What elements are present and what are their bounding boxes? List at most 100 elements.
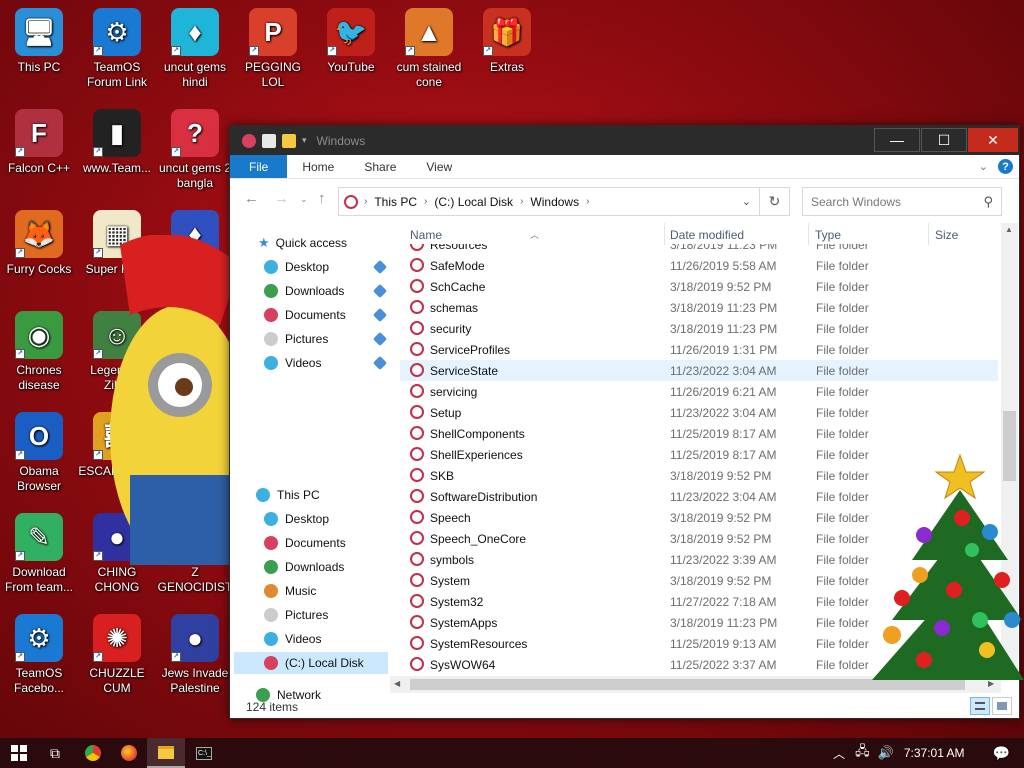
location-icon [344,194,358,209]
network-tray-icon[interactable]: 🖧 [855,742,870,764]
desktop-icon[interactable]: P ↗ PEGGING LOL [234,8,312,90]
pin-icon[interactable] [372,307,388,323]
clock[interactable]: 7:37:01 AM [904,746,965,760]
expand-ribbon-chevron-icon[interactable]: ⌄ [979,160,988,173]
table-row[interactable]: SchCache 3/18/2019 9:52 PM File folder [400,276,998,297]
forward-arrow-icon[interactable]: → [274,190,289,207]
minimize-button[interactable]: — [874,128,920,152]
search-input[interactable]: Search Windows ⚲ [802,187,1002,216]
column-date-modified[interactable]: Date modified [670,228,744,242]
properties-icon[interactable] [262,133,276,148]
desktop-icon[interactable]: ♦ ↗ uncut gems hindi [156,8,234,90]
table-row[interactable]: ServiceProfiles 11/26/2019 1:31 PM File fo… [400,339,998,360]
start-button[interactable] [0,738,38,768]
scroll-left-icon[interactable]: ◀ [394,679,400,688]
table-row[interactable]: schemas 3/18/2019 11:23 PM File folder [400,297,998,318]
nav-pc-item[interactable]: (C:) Local Disk [234,652,388,674]
close-button[interactable]: ✕ [968,128,1018,152]
table-row[interactable]: ShellComponents 11/25/2019 8:17 AM File fo… [400,423,998,444]
taskbar-file-explorer-button[interactable] [147,738,185,768]
breadcrumb-this-pc[interactable]: This PC [374,195,417,209]
breadcrumb-local-disk[interactable]: (C:) Local Disk [434,195,513,209]
desktop-icon[interactable]: ▮ ↗ www.Team... [78,109,156,176]
desktop-icon[interactable]: ▲ ↗ cum stained cone [390,8,468,90]
nav-quick-item[interactable]: Videos [264,352,321,374]
recent-locations-chevron-icon[interactable]: ⌄ [300,194,308,205]
scroll-up-icon[interactable]: ▲ [1005,225,1013,234]
refresh-icon[interactable]: ↻ [759,188,789,215]
desktop-icon[interactable]: ◉ ↗ Chrones disease [0,311,78,393]
taskbar-firefox-button[interactable] [110,738,148,768]
file-type: File folder [816,259,869,273]
address-history-dropdown-icon[interactable]: ⌄ [742,195,751,208]
pin-icon[interactable] [372,259,388,275]
desktop-icon[interactable]: 🎁 ↗ Extras [468,8,546,75]
nav-pc-item[interactable]: Music [264,580,316,602]
explorer-app-icon[interactable] [242,133,256,148]
pin-icon[interactable] [372,355,388,371]
task-view-button[interactable]: ⧉ [36,738,74,768]
nav-pc-item[interactable]: Documents [264,532,346,554]
column-type[interactable]: Type [815,228,841,242]
nav-pc-item[interactable]: Downloads [264,556,344,578]
up-arrow-icon[interactable]: ↑ [318,190,326,207]
table-row[interactable]: SafeMode 11/26/2019 5:58 AM File folder [400,255,998,276]
nav-pc-item[interactable]: Videos [264,628,321,650]
new-folder-icon[interactable] [282,133,296,148]
pin-icon[interactable] [372,331,388,347]
pin-icon[interactable] [372,283,388,299]
large-icons-view-button[interactable] [992,697,1012,715]
nav-pc-item[interactable]: Pictures [264,604,328,626]
desktop-icon[interactable]: ✎ ↗ Download From team... [0,513,78,595]
nav-pc-item-label: (C:) Local Disk [285,656,364,670]
table-row[interactable]: servicing 11/26/2019 6:21 AM File folder [400,381,998,402]
desktop-icon[interactable]: 🐦 ↗ YouTube [312,8,390,75]
address-bar[interactable]: › This PC › (C:) Local Disk › Windows › … [338,187,790,216]
quick-access-toolbar-dropdown-icon[interactable]: ▾ [302,135,307,146]
breadcrumb-windows[interactable]: Windows [530,195,579,209]
breadcrumb-separator-icon[interactable]: › [586,196,589,207]
desktop-icon[interactable]: 🦊 ↗ Furry Cocks [0,210,78,277]
nav-quick-item[interactable]: Documents [264,304,346,326]
column-name[interactable]: Name [410,228,442,242]
taskbar-chrome-button[interactable] [74,738,112,768]
tab-view[interactable]: View [411,155,467,178]
nav-quick-item[interactable]: Desktop [264,256,329,278]
breadcrumb-separator-icon[interactable]: › [520,196,523,207]
tab-share[interactable]: Share [349,155,411,178]
nav-quick-access[interactable]: ★ Quick access [258,232,347,254]
desktop-icon[interactable]: ⚙ ↗ TeamOS Forum Link [78,8,156,90]
volume-icon[interactable]: 🔊 [878,745,894,761]
table-row[interactable]: ServiceState 11/23/2022 3:04 AM File folde… [400,360,998,381]
taskbar-command-prompt-button[interactable]: C:\_ [185,738,223,768]
desktop-icon[interactable]: ● ↗ Jews Invade Palestine [156,614,234,696]
nav-pc-item[interactable]: Desktop [264,508,329,530]
tab-file[interactable]: File [230,155,288,178]
desktop-icon[interactable]: O ↗ Obama Browser [0,412,78,494]
column-divider[interactable] [808,223,809,245]
column-size[interactable]: Size [935,228,958,242]
back-arrow-icon[interactable]: ← [244,190,259,207]
desktop-icon[interactable]: ? ↗ uncut gems 2 bangla [156,109,234,191]
desktop-icon[interactable]: F ↗ Falcon C++ [0,109,78,176]
table-row[interactable]: security 3/18/2019 11:23 PM File folder [400,318,998,339]
breadcrumb-separator-icon[interactable]: › [424,196,427,207]
desktop-icon[interactable]: 🖥 This PC [0,8,78,75]
tab-home[interactable]: Home [287,155,349,178]
nav-this-pc[interactable]: This PC [256,484,320,506]
nav-quick-item[interactable]: Downloads [264,280,344,302]
title-bar[interactable]: ▾ Windows — ☐ ✕ [230,126,1019,155]
nav-quick-item[interactable]: Pictures [264,328,328,350]
desktop-icon[interactable]: ⚙ ↗ TeamOS Facebo... [0,614,78,696]
details-view-button[interactable] [970,697,990,715]
column-divider[interactable] [928,223,929,245]
action-center-icon[interactable]: 💬 [993,745,1010,762]
breadcrumb-separator-icon[interactable]: › [364,196,367,207]
table-row[interactable]: Resources 3/18/2019 11:23 PM File folder [400,244,998,255]
maximize-button[interactable]: ☐ [921,128,967,152]
help-icon[interactable]: ? [998,159,1013,174]
show-hidden-icons-chevron-icon[interactable]: ︿ [833,745,845,762]
column-divider[interactable] [664,223,665,245]
table-row[interactable]: Setup 11/23/2022 3:04 AM File folder [400,402,998,423]
desktop-icon[interactable]: ✺ ↗ CHUZZLE CUM [78,614,156,696]
